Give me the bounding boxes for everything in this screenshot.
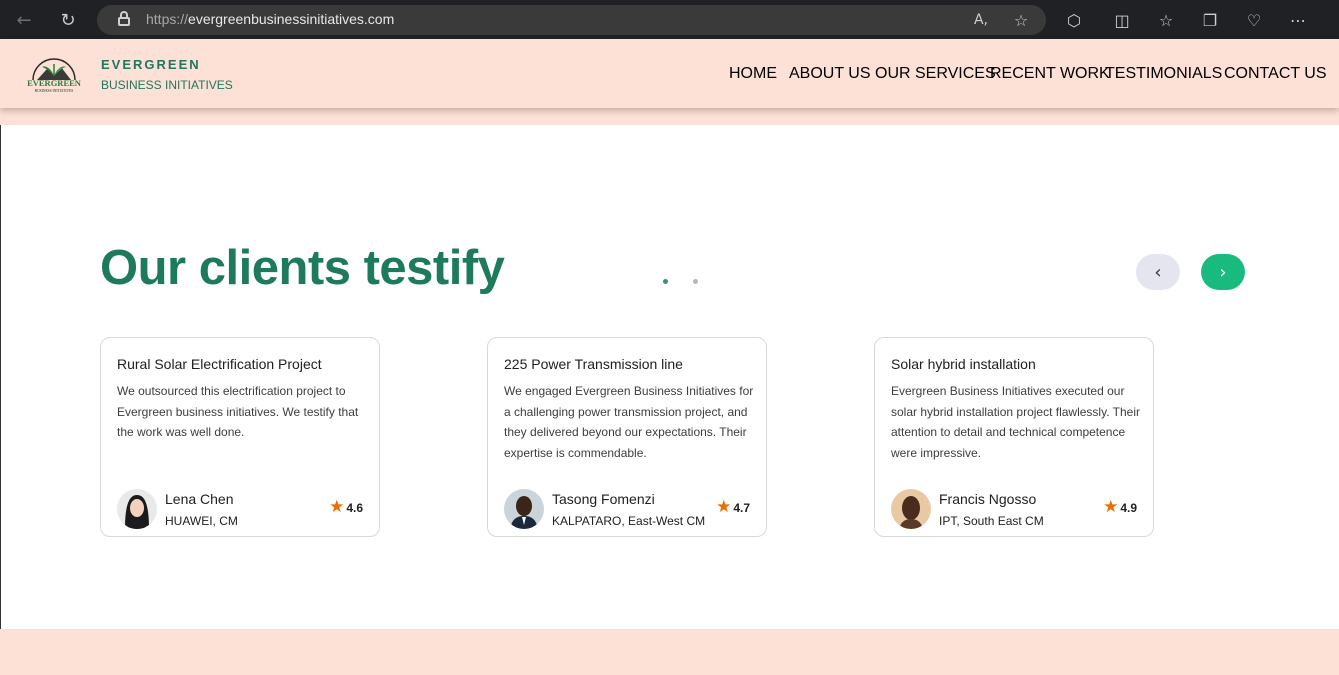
nav-testimonials[interactable]: TESTIMONIALS — [1105, 65, 1222, 83]
card-title: Solar hybrid installation — [891, 356, 1036, 372]
prev-button[interactable]: ‹ — [1136, 254, 1180, 290]
carousel-dot-active[interactable] — [663, 279, 668, 284]
card-text: We engaged Evergreen Business Initiative… — [504, 384, 754, 461]
testimonial-card: Rural Solar Electrification Project We o… — [100, 337, 380, 537]
person-org: KALPATARO, East-West CM — [552, 514, 706, 528]
site-header: EVERGREEN BUSINESS INITIATIVES EVERGREEN… — [0, 39, 1339, 108]
nav-recent-work[interactable]: RECENT WORK — [990, 65, 1110, 83]
avatar — [891, 489, 931, 529]
split-screen-icon[interactable]: ◫ — [1111, 9, 1133, 31]
nav-our-services[interactable]: OUR SERVICES — [875, 65, 996, 83]
rating: ★ 4.7 — [716, 499, 750, 516]
nav-about-us[interactable]: ABOUT US — [789, 65, 871, 83]
rating-value: 4.7 — [733, 500, 750, 515]
page-edge — [0, 125, 1, 629]
nav-home[interactable]: HOME — [729, 65, 777, 83]
star-icon: ★ — [716, 497, 732, 517]
carousel-dot[interactable] — [693, 279, 698, 284]
brand-subtitle[interactable]: BUSINESS INITIATIVES — [101, 78, 233, 92]
url-scheme: https:// — [146, 11, 189, 27]
header-band — [0, 108, 1339, 125]
extensions-icon[interactable]: ⬡ — [1063, 9, 1085, 31]
testimonial-card: Solar hybrid installation Evergreen Busi… — [874, 337, 1154, 537]
browser-toolbar: ← ↻ https://evergreenbusinessinitiatives… — [0, 0, 1339, 39]
card-text: We outsourced this electrification proje… — [117, 384, 359, 440]
svg-text:BUSINESS INITIATIVES: BUSINESS INITIATIVES — [35, 89, 74, 93]
card-title: 225 Power Transmission line — [504, 356, 683, 372]
person-name: Tasong Fomenzi — [552, 491, 655, 507]
person-org: HUAWEI, CM — [165, 514, 238, 528]
lock-icon[interactable] — [118, 11, 130, 27]
collections-icon[interactable]: ❐ — [1199, 9, 1221, 31]
avatar — [504, 489, 544, 529]
favorites-icon[interactable]: ☆ — [1155, 9, 1177, 31]
evergreen-logo[interactable]: EVERGREEN BUSINESS INITIATIVES — [25, 52, 83, 94]
chevron-right-icon: › — [1219, 261, 1227, 283]
favorite-star-icon[interactable]: ☆ — [1010, 9, 1032, 31]
star-icon: ★ — [1103, 497, 1119, 517]
rating: ★ 4.9 — [1103, 499, 1137, 516]
brand-name[interactable]: EVERGREEN — [101, 57, 201, 72]
more-icon[interactable]: ⋯ — [1287, 9, 1309, 31]
svg-text:EVERGREEN: EVERGREEN — [27, 78, 82, 88]
rating-value: 4.9 — [1120, 500, 1137, 515]
card-title: Rural Solar Electrification Project — [117, 356, 322, 372]
footer-band — [0, 629, 1339, 675]
avatar — [117, 489, 157, 529]
url-host: evergreenbusinessinitiatives.com — [188, 11, 395, 27]
nav-contact-us[interactable]: CONTACT US — [1224, 65, 1327, 83]
rating: ★ 4.6 — [329, 499, 363, 516]
url-text[interactable]: https://evergreenbusinessinitiatives.com — [146, 11, 394, 27]
person-org: IPT, South East CM — [939, 514, 1044, 528]
star-icon: ★ — [329, 497, 345, 517]
chevron-left-icon: ‹ — [1154, 261, 1162, 283]
person-name: Lena Chen — [165, 491, 234, 507]
next-button[interactable]: › — [1201, 254, 1245, 290]
rating-value: 4.6 — [346, 500, 363, 515]
back-icon[interactable]: ← — [12, 8, 36, 32]
testimonial-card: 225 Power Transmission line We engaged E… — [487, 337, 767, 537]
section-title: Our clients testify — [100, 241, 505, 295]
read-aloud-icon[interactable]: A, — [970, 9, 992, 31]
person-name: Francis Ngosso — [939, 491, 1037, 507]
reload-icon[interactable]: ↻ — [56, 8, 80, 32]
browser-essentials-icon[interactable]: ♡ — [1243, 9, 1265, 31]
card-text: Evergreen Business Initiatives executed … — [891, 384, 1140, 461]
